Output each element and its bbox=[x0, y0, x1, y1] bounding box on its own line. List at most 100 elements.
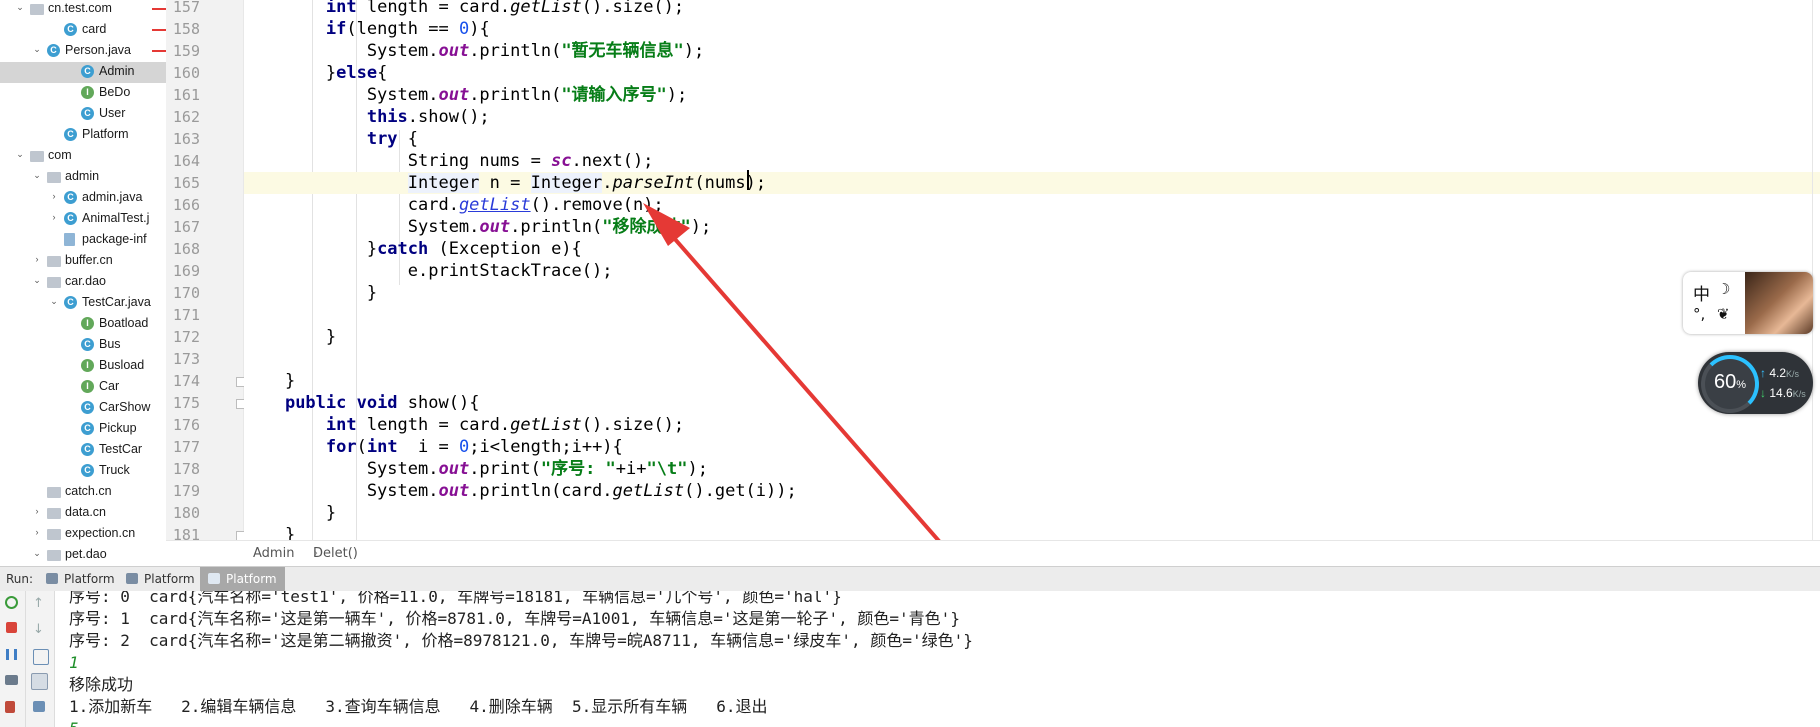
tree-item[interactable]: C TestCar bbox=[0, 440, 166, 461]
breadcrumb[interactable]: Admin › Delet() bbox=[166, 540, 1820, 567]
code-line[interactable]: try { bbox=[244, 128, 1820, 150]
chevron-down-icon[interactable]: ⌄ bbox=[32, 44, 42, 55]
exit-icon[interactable] bbox=[5, 701, 15, 713]
tree-item[interactable]: I Car bbox=[0, 377, 166, 398]
code-line[interactable]: } bbox=[244, 326, 1820, 348]
code-line[interactable]: int length = card.getList().size(); bbox=[244, 414, 1820, 436]
tree-item[interactable]: C Platform bbox=[0, 125, 166, 146]
tree-item[interactable]: I BeDo bbox=[0, 83, 166, 104]
line-number: 162 bbox=[172, 108, 200, 126]
ime-language[interactable]: 中 bbox=[1693, 280, 1710, 305]
chevron-down-icon[interactable]: ⌄ bbox=[32, 170, 42, 181]
soft-wrap-icon[interactable] bbox=[33, 649, 49, 665]
code-line[interactable]: } bbox=[244, 370, 1820, 392]
tree-item[interactable]: › C AnimalTest.j bbox=[0, 209, 166, 230]
stop-icon[interactable] bbox=[6, 622, 17, 633]
tree-item[interactable]: ⌄ pet.dao bbox=[0, 545, 166, 566]
code-editor[interactable]: } } System.out.println(card.getList().ge… bbox=[244, 0, 1820, 540]
code-line[interactable]: int length = card.getList().size(); bbox=[244, 0, 1820, 18]
tree-item[interactable]: ⌄ C TestCar.java bbox=[0, 293, 166, 314]
code-line[interactable] bbox=[244, 348, 1820, 370]
code-line[interactable]: if(length == 0){ bbox=[244, 18, 1820, 40]
scroll-to-end-icon[interactable] bbox=[31, 673, 48, 690]
code-line[interactable]: System.out.println(card.getList().get(i)… bbox=[244, 480, 1820, 502]
code-line[interactable]: System.out.print("序号: "+i+"\t"); bbox=[244, 458, 1820, 480]
chevron-right-icon[interactable]: › bbox=[49, 212, 59, 222]
code-line[interactable]: for(int i = 0;i<length;i++){ bbox=[244, 436, 1820, 458]
code-line[interactable]: System.out.println("请输入序号"); bbox=[244, 84, 1820, 106]
moon-icon[interactable]: ☽ bbox=[1717, 280, 1730, 298]
run-tab-1[interactable]: Platform bbox=[38, 567, 123, 591]
punctuation-icon[interactable]: °, bbox=[1693, 305, 1705, 323]
chevron-right-icon[interactable]: › bbox=[32, 506, 42, 516]
tree-item[interactable]: ⌄ C Person.java bbox=[0, 41, 166, 62]
network-speed-widget[interactable]: 60% ↑ 4.2K/s ↓ 14.6K/s bbox=[1698, 352, 1813, 414]
chevron-right-icon[interactable]: › bbox=[32, 527, 42, 537]
code-line[interactable]: } bbox=[244, 524, 1820, 540]
code-line[interactable]: System.out.println("移除成功"); bbox=[244, 216, 1820, 238]
tree-item[interactable]: I Boatload bbox=[0, 314, 166, 335]
code-line[interactable]: } bbox=[244, 282, 1820, 304]
chevron-down-icon[interactable]: ⌄ bbox=[49, 296, 59, 307]
tree-item[interactable]: › expection.cn bbox=[0, 524, 166, 545]
code-line[interactable] bbox=[244, 304, 1820, 326]
tree-item[interactable]: C Bus bbox=[0, 335, 166, 356]
code-line[interactable]: System.out.println("暂无车辆信息"); bbox=[244, 40, 1820, 62]
code-line[interactable]: public void show(){ bbox=[244, 392, 1820, 414]
tree-item[interactable]: Ccard bbox=[0, 20, 166, 41]
code-line[interactable]: this.show(); bbox=[244, 106, 1820, 128]
tree-item[interactable]: ⌄ cn.test.com bbox=[0, 0, 166, 20]
run-label: Run: bbox=[6, 572, 34, 586]
chevron-down-icon[interactable]: ⌄ bbox=[15, 2, 25, 13]
console-output-line: 序号: 1 card{汽车名称='这是第一辆车', 价格=8781.0, 车牌号… bbox=[69, 609, 960, 628]
tree-item[interactable]: C Pickup bbox=[0, 419, 166, 440]
tree-item-label: catch.cn bbox=[65, 484, 112, 498]
tree-item[interactable]: › buffer.cn bbox=[0, 251, 166, 272]
line-number: 158 bbox=[172, 20, 200, 38]
run-console[interactable]: 序号: 0 card{汽车名称='test1', 价格=11.0, 车牌号=18… bbox=[55, 591, 1820, 727]
camera-icon[interactable] bbox=[5, 675, 18, 685]
project-tree[interactable]: ⌄ cn.test.com Ccard ⌄ C Person.java C Admin I BeD… bbox=[0, 0, 167, 566]
up-arrow-icon[interactable]: ↑ bbox=[33, 597, 47, 611]
code-line[interactable]: } bbox=[244, 502, 1820, 524]
breadcrumb-class[interactable]: Admin bbox=[253, 546, 294, 561]
code-line[interactable]: }else{ bbox=[244, 62, 1820, 84]
tree-item[interactable]: C Admin bbox=[0, 62, 166, 83]
print-icon[interactable] bbox=[33, 701, 45, 712]
line-number: 163 bbox=[172, 130, 200, 148]
code-line[interactable]: }catch (Exception e){ bbox=[244, 238, 1820, 260]
chevron-down-icon[interactable]: ⌄ bbox=[32, 275, 42, 286]
console-output-line: 序号: 2 card{汽车名称='这是第二辆撤资', 价格=8978121.0,… bbox=[69, 631, 973, 650]
tree-item[interactable]: ⌄ com bbox=[0, 146, 166, 167]
tree-item[interactable]: C Truck bbox=[0, 461, 166, 482]
tree-item[interactable]: C CarShow bbox=[0, 398, 166, 419]
tree-item[interactable]: ⌄ admin bbox=[0, 167, 166, 188]
down-arrow-icon[interactable]: ↓ bbox=[33, 623, 47, 637]
code-line[interactable]: String nums = sc.next(); bbox=[244, 150, 1820, 172]
tree-item[interactable]: package-inf bbox=[0, 230, 166, 251]
error-marker bbox=[152, 29, 166, 31]
tree-item[interactable]: C User bbox=[0, 104, 166, 125]
pause-icon[interactable] bbox=[6, 649, 17, 660]
tree-item[interactable]: › Cadmin.java bbox=[0, 188, 166, 209]
rerun-icon[interactable] bbox=[5, 596, 18, 609]
class-icon: C bbox=[81, 443, 94, 456]
code-line[interactable]: e.printStackTrace(); bbox=[244, 260, 1820, 282]
ime-widget[interactable]: 中 ☽ °, ❦ bbox=[1683, 272, 1813, 334]
code-line[interactable]: Integer n = Integer.parseInt(nums); bbox=[244, 172, 1820, 194]
breadcrumb-method[interactable]: Delet() bbox=[313, 546, 358, 561]
run-tab-3[interactable]: Platform bbox=[200, 567, 285, 591]
tree-item[interactable]: I Busload bbox=[0, 356, 166, 377]
tree-item[interactable]: ⌄ car.dao bbox=[0, 272, 166, 293]
chevron-right-icon[interactable]: › bbox=[32, 254, 42, 264]
run-tab-2[interactable]: Platform bbox=[118, 567, 203, 591]
butterfly-icon[interactable]: ❦ bbox=[1717, 305, 1730, 323]
download-speed: ↓ 14.6K/s bbox=[1760, 386, 1806, 400]
run-toolbar: Run: Platform Platform Platform bbox=[0, 566, 1820, 592]
chevron-down-icon[interactable]: ⌄ bbox=[15, 149, 25, 160]
tree-item[interactable]: catch.cn bbox=[0, 482, 166, 503]
code-line[interactable]: card.getList().remove(n); bbox=[244, 194, 1820, 216]
chevron-down-icon[interactable]: ⌄ bbox=[32, 548, 42, 559]
chevron-right-icon[interactable]: › bbox=[49, 191, 59, 201]
tree-item[interactable]: › data.cn bbox=[0, 503, 166, 524]
